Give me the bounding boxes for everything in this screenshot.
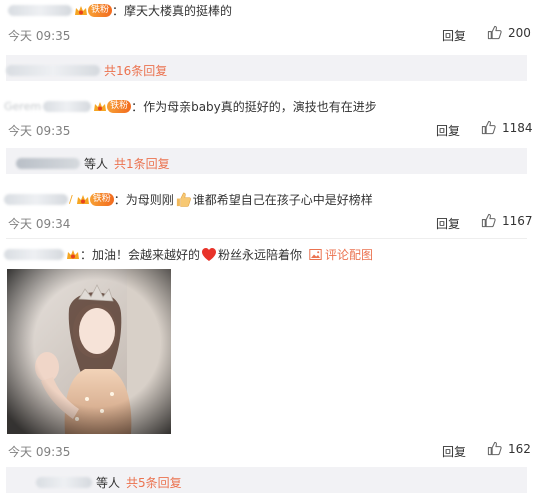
like-button[interactable]: 1167 — [481, 213, 533, 228]
sub-reply-users-blurred[interactable] — [16, 158, 80, 169]
like-count: 1167 — [502, 213, 533, 228]
timestamp: 今天 09:35 — [8, 29, 71, 43]
reply-button[interactable]: 回复 — [442, 27, 466, 44]
like-button[interactable]: 200 — [487, 25, 531, 40]
sub-replies-box: 等人 共1条回复 — [6, 148, 527, 174]
comment-header: / 铁粉 ：为母则刚 谁都希望自己在孩子心中是好榜样 — [4, 191, 373, 208]
sub-reply-users-blurred[interactable] — [36, 477, 92, 488]
comment-image-link[interactable]: 评论配图 — [325, 246, 373, 263]
sub-replies-box: 等人 共5条回复 — [6, 467, 527, 493]
timestamp: 今天 09:35 — [8, 124, 71, 138]
comment-text: ：摩天大楼真的挺棒的 — [112, 4, 233, 18]
sub-reply-users-blurred[interactable] — [6, 65, 100, 76]
like-count: 200 — [508, 25, 531, 40]
username-blurred[interactable] — [8, 5, 72, 16]
thumbs-up-icon — [487, 25, 502, 40]
timestamp: 今天 09:35 — [8, 445, 71, 459]
view-replies-link[interactable]: 共5条回复 — [126, 474, 182, 491]
vip-badge[interactable] — [66, 249, 80, 261]
name-slash: / — [69, 193, 73, 206]
fan-badge[interactable]: 铁粉 — [93, 100, 132, 113]
like-count: 162 — [508, 441, 531, 456]
crown-icon — [94, 101, 107, 111]
thumbs-up-icon — [487, 441, 502, 456]
like-button[interactable]: 1184 — [481, 120, 533, 135]
fan-badge[interactable]: 铁粉 — [74, 4, 113, 17]
fan-badge[interactable]: 铁粉 — [76, 193, 114, 206]
thumbs-up-icon — [481, 213, 496, 228]
username-blurred[interactable] — [4, 194, 68, 205]
image-icon — [309, 249, 322, 260]
view-replies-link[interactable]: 共1条回复 — [114, 155, 170, 172]
like-count: 1184 — [502, 120, 533, 135]
comment-text: ：加油！会越来越好的 — [80, 248, 201, 262]
crown-icon — [75, 5, 87, 15]
like-button[interactable]: 162 — [487, 441, 531, 456]
reply-button[interactable]: 回复 — [442, 443, 466, 460]
crown-icon — [67, 249, 79, 259]
comment-header: ：加油！会越来越好的 粉丝永远陪着你 评论配图 — [4, 246, 373, 263]
comment-text-continued: 粉丝永远陪着你 — [218, 248, 303, 262]
heart-emoji-icon — [202, 248, 217, 261]
sub-replies-box: 共16条回复 — [6, 55, 527, 81]
username-blurred-rest — [43, 101, 92, 112]
username-blurred[interactable]: Gerem — [4, 100, 41, 113]
thumbs-up-emoji-icon — [176, 192, 191, 207]
thumbs-up-icon — [481, 120, 496, 135]
timestamp: 今天 09:34 — [8, 217, 71, 231]
divider — [6, 238, 527, 239]
sub-reply-suffix: 等人 — [96, 476, 121, 490]
comment-text-continued: 谁都希望自己在孩子心中是好榜样 — [192, 193, 373, 207]
photo-image — [7, 269, 171, 434]
comment-header: 铁粉 ：摩天大楼真的挺棒的 — [8, 2, 232, 19]
sub-reply-suffix: 等人 — [84, 157, 109, 171]
reply-button[interactable]: 回复 — [436, 122, 460, 139]
reply-button[interactable]: 回复 — [436, 215, 460, 232]
comment-header: Gerem 铁粉 ：作为母亲baby真的挺好的，演技也有在进步 — [4, 98, 377, 115]
crown-icon — [76, 194, 89, 204]
comment-photo[interactable] — [7, 269, 171, 434]
comment-text: ：作为母亲baby真的挺好的，演技也有在进步 — [131, 100, 377, 114]
comment-text: ：为母则刚 — [113, 193, 174, 207]
view-replies-link[interactable]: 共16条回复 — [104, 62, 167, 79]
username-blurred[interactable] — [4, 249, 64, 260]
